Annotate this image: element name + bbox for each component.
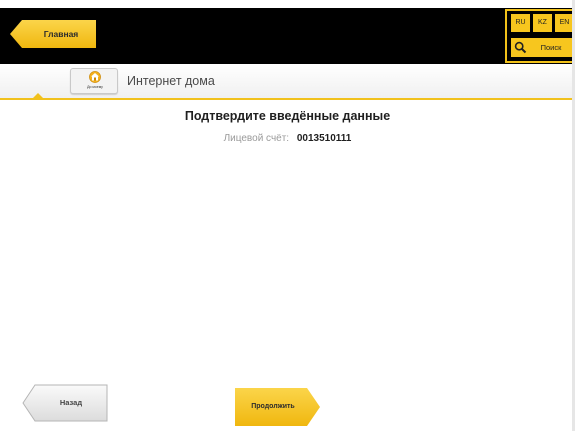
language-search-panel: RU KZ EN Поиск	[505, 9, 575, 63]
continue-button-label: Продолжить	[251, 403, 295, 410]
kiosk-screen: Главная RU KZ EN Поиск Ди моему Интернет…	[0, 0, 575, 431]
home-button[interactable]: Главная	[10, 20, 96, 48]
language-ru-button[interactable]: RU	[511, 14, 530, 32]
page-title: Подтвердите введённые данные	[184, 109, 391, 123]
search-button[interactable]: Поиск	[511, 38, 573, 57]
house-icon	[89, 71, 101, 83]
service-logo-text: Ди моему	[87, 85, 103, 89]
account-row: Лицевой счёт: 0013510111	[0, 133, 575, 144]
search-icon	[514, 41, 527, 54]
service-header-pointer	[31, 93, 45, 100]
language-kz-button[interactable]: KZ	[533, 14, 552, 32]
search-button-label: Поиск	[540, 43, 562, 52]
back-button-label: Назад	[59, 398, 83, 407]
account-label: Лицевой счёт:	[223, 133, 290, 144]
service-name: Интернет дома	[127, 74, 215, 88]
service-logo: Ди моему	[70, 68, 118, 94]
home-button-label: Главная	[43, 29, 79, 39]
continue-button[interactable]: Продолжить	[235, 388, 321, 426]
back-button[interactable]: Назад	[22, 384, 108, 422]
account-value: 0013510111	[296, 133, 352, 144]
